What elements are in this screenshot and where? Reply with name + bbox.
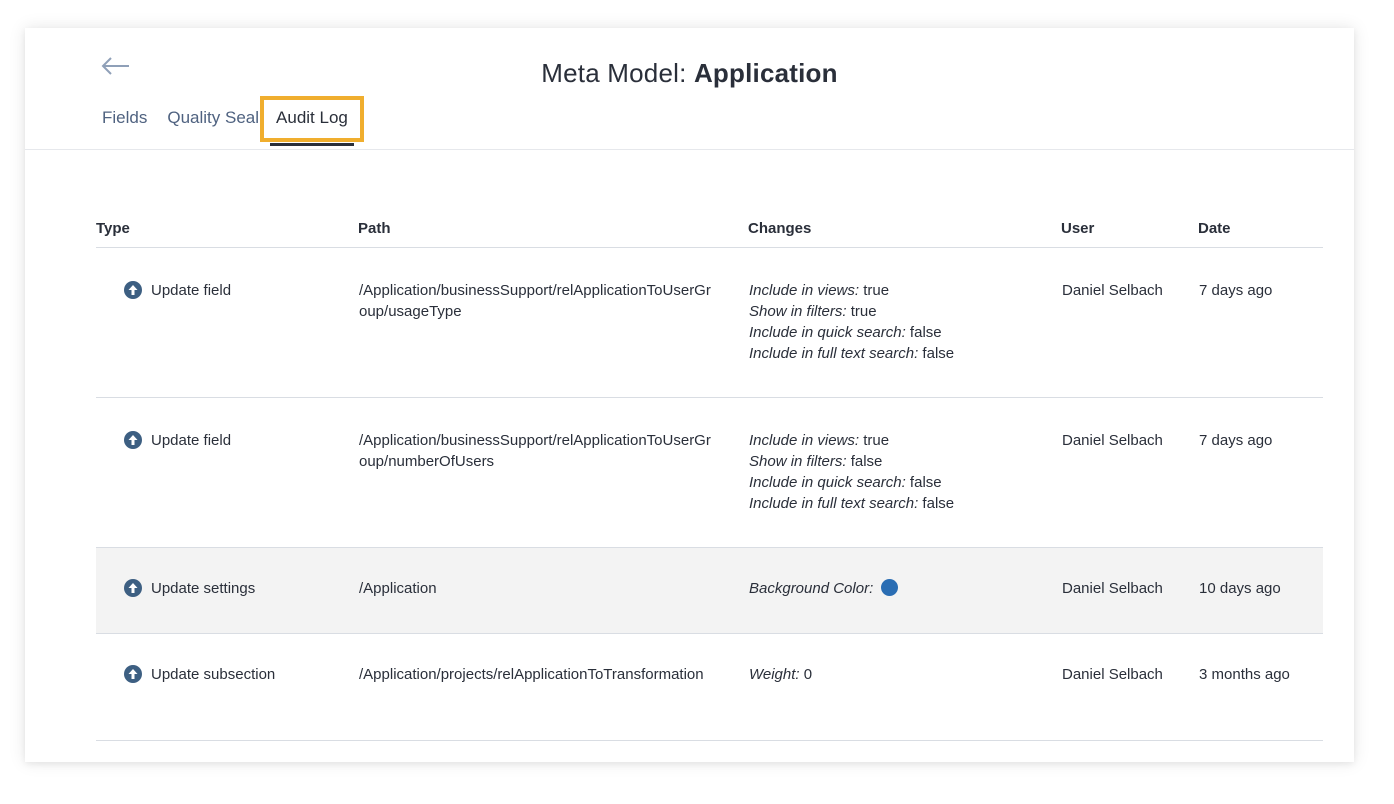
change-value: false (846, 453, 883, 470)
tab-fields[interactable]: Fields (102, 106, 147, 128)
change-value: false (905, 324, 942, 341)
user-cell: Daniel Selbach (1061, 633, 1198, 741)
change-key: Include in views: (749, 432, 860, 449)
change-value: false (918, 345, 955, 362)
table-row[interactable]: Update field /Application/businessSuppor… (96, 247, 1323, 398)
color-swatch (881, 579, 899, 596)
changes-cell: Include in views: true Show in filters: … (748, 397, 1061, 548)
change-key: Show in filters: (749, 453, 847, 470)
table-row[interactable]: Update field /Application/businessSuppor… (96, 397, 1323, 548)
table-row[interactable]: Update settings /Application Background … (96, 547, 1323, 634)
arrow-up-circle-icon (124, 281, 142, 299)
tab-audit-log[interactable]: Audit Log (260, 96, 364, 146)
page-title: Meta Model: Application (25, 58, 1354, 89)
change-key: Include in views: (749, 282, 860, 299)
user-cell: Daniel Selbach (1061, 397, 1198, 548)
path-cell: /Application/businessSupport/relApplicat… (358, 397, 748, 548)
audit-log-card: Meta Model: Application Fields Quality S… (25, 28, 1354, 762)
date-cell: 7 days ago (1198, 247, 1323, 398)
date-cell: 10 days ago (1198, 547, 1323, 634)
type-label: Update field (151, 432, 232, 449)
column-header-path[interactable]: Path (358, 216, 748, 248)
change-value: false (918, 495, 955, 512)
column-header-user[interactable]: User (1061, 216, 1198, 248)
type-cell: Update field (96, 397, 358, 548)
arrow-up-circle-icon (124, 579, 142, 597)
date-cell: 3 months ago (1198, 633, 1323, 741)
page-header: Meta Model: Application Fields Quality S… (25, 28, 1354, 150)
tab-bar: Fields Quality Seal Audit Log (102, 96, 380, 149)
column-header-type[interactable]: Type (96, 216, 358, 248)
change-line: Weight: 0 (749, 664, 1060, 685)
page-title-model: Application (693, 58, 838, 88)
date-cell: 7 days ago (1198, 397, 1323, 548)
type-cell: Update subsection (96, 633, 358, 741)
change-value: true (846, 303, 877, 320)
user-cell: Daniel Selbach (1061, 547, 1198, 634)
change-value: 0 (799, 666, 813, 683)
tab-quality-seal[interactable]: Quality Seal (167, 106, 259, 128)
change-key: Show in filters: (749, 303, 847, 320)
change-key: Weight: (749, 666, 800, 683)
changes-cell: Include in views: true Show in filters: … (748, 247, 1061, 398)
table-header-row: Type Path Changes User Date (96, 216, 1323, 248)
type-cell: Update settings (96, 547, 358, 634)
arrow-up-circle-icon (124, 665, 142, 683)
change-line: Show in filters: false (749, 451, 1060, 472)
changes-cell: Weight: 0 (748, 633, 1061, 741)
change-line: Include in full text search: false (749, 343, 1060, 364)
change-value: true (859, 282, 890, 299)
column-header-date[interactable]: Date (1198, 216, 1323, 248)
type-cell: Update field (96, 247, 358, 398)
change-line: Include in views: true (749, 430, 1060, 451)
change-value: false (905, 474, 942, 491)
change-value: true (859, 432, 890, 449)
user-cell: Daniel Selbach (1061, 247, 1198, 398)
table-row[interactable]: Update subsection /Application/projects/… (96, 633, 1323, 741)
change-line: Include in quick search: false (749, 472, 1060, 493)
changes-cell: Background Color: (748, 547, 1061, 634)
path-cell: /Application/businessSupport/relApplicat… (358, 247, 748, 398)
change-key: Background Color: (749, 580, 874, 597)
type-label: Update settings (151, 580, 256, 597)
change-line: Include in full text search: false (749, 493, 1060, 514)
change-line: Show in filters: true (749, 301, 1060, 322)
change-key: Include in full text search: (749, 345, 919, 362)
column-header-changes[interactable]: Changes (748, 216, 1061, 248)
audit-log-table: Type Path Changes User Date Update field… (96, 216, 1323, 741)
path-cell: /Application (358, 547, 748, 634)
path-cell: /Application/projects/relApplicationToTr… (358, 633, 748, 741)
change-key: Include in quick search: (749, 474, 906, 491)
type-label: Update field (151, 282, 232, 299)
arrow-up-circle-icon (124, 431, 142, 449)
change-line: Include in quick search: false (749, 322, 1060, 343)
change-line: Include in views: true (749, 280, 1060, 301)
page-title-prefix: Meta Model: (541, 58, 694, 88)
change-line: Background Color: (749, 578, 1060, 599)
type-label: Update subsection (151, 666, 276, 683)
change-key: Include in full text search: (749, 495, 919, 512)
change-key: Include in quick search: (749, 324, 906, 341)
